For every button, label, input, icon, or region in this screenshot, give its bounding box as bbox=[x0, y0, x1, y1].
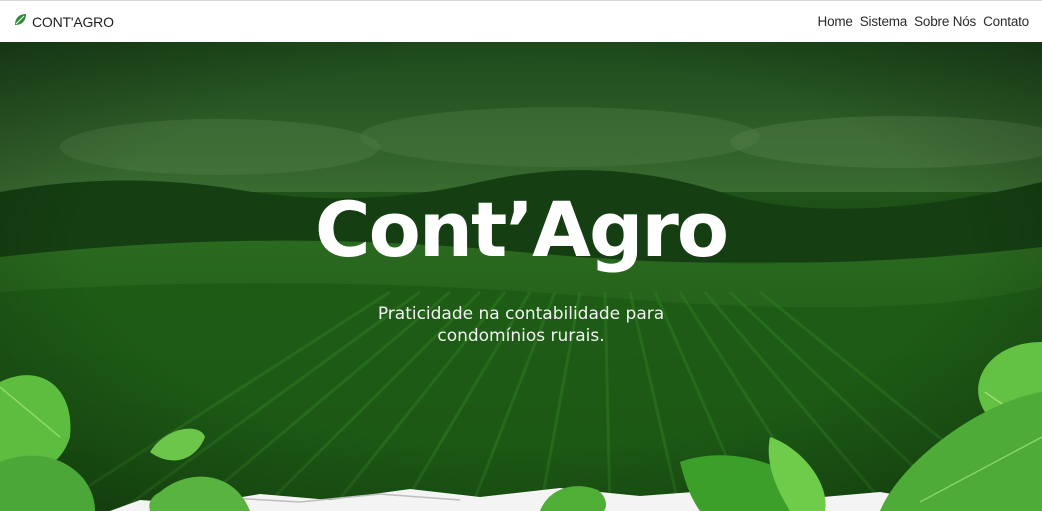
leaf-icon bbox=[14, 13, 27, 31]
top-navbar: CONT'AGRO Home Sistema Sobre Nós Contato bbox=[0, 0, 1042, 42]
hero-section: Cont’Agro Praticidade na contabilidade p… bbox=[0, 42, 1042, 511]
nav-link-home[interactable]: Home bbox=[818, 14, 853, 29]
nav-link-sobre-nos[interactable]: Sobre Nós bbox=[914, 14, 976, 29]
brand-link[interactable]: CONT'AGRO bbox=[14, 13, 114, 31]
hero-subtitle: Praticidade na contabilidade para condom… bbox=[377, 304, 665, 346]
nav-links: Home Sistema Sobre Nós Contato bbox=[818, 14, 1030, 29]
nav-link-sistema[interactable]: Sistema bbox=[860, 14, 908, 29]
nav-link-contato[interactable]: Contato bbox=[983, 14, 1029, 29]
hero-title: Cont’Agro bbox=[314, 185, 729, 274]
brand-name: CONT'AGRO bbox=[32, 13, 114, 30]
hero-background-image bbox=[0, 42, 1042, 511]
